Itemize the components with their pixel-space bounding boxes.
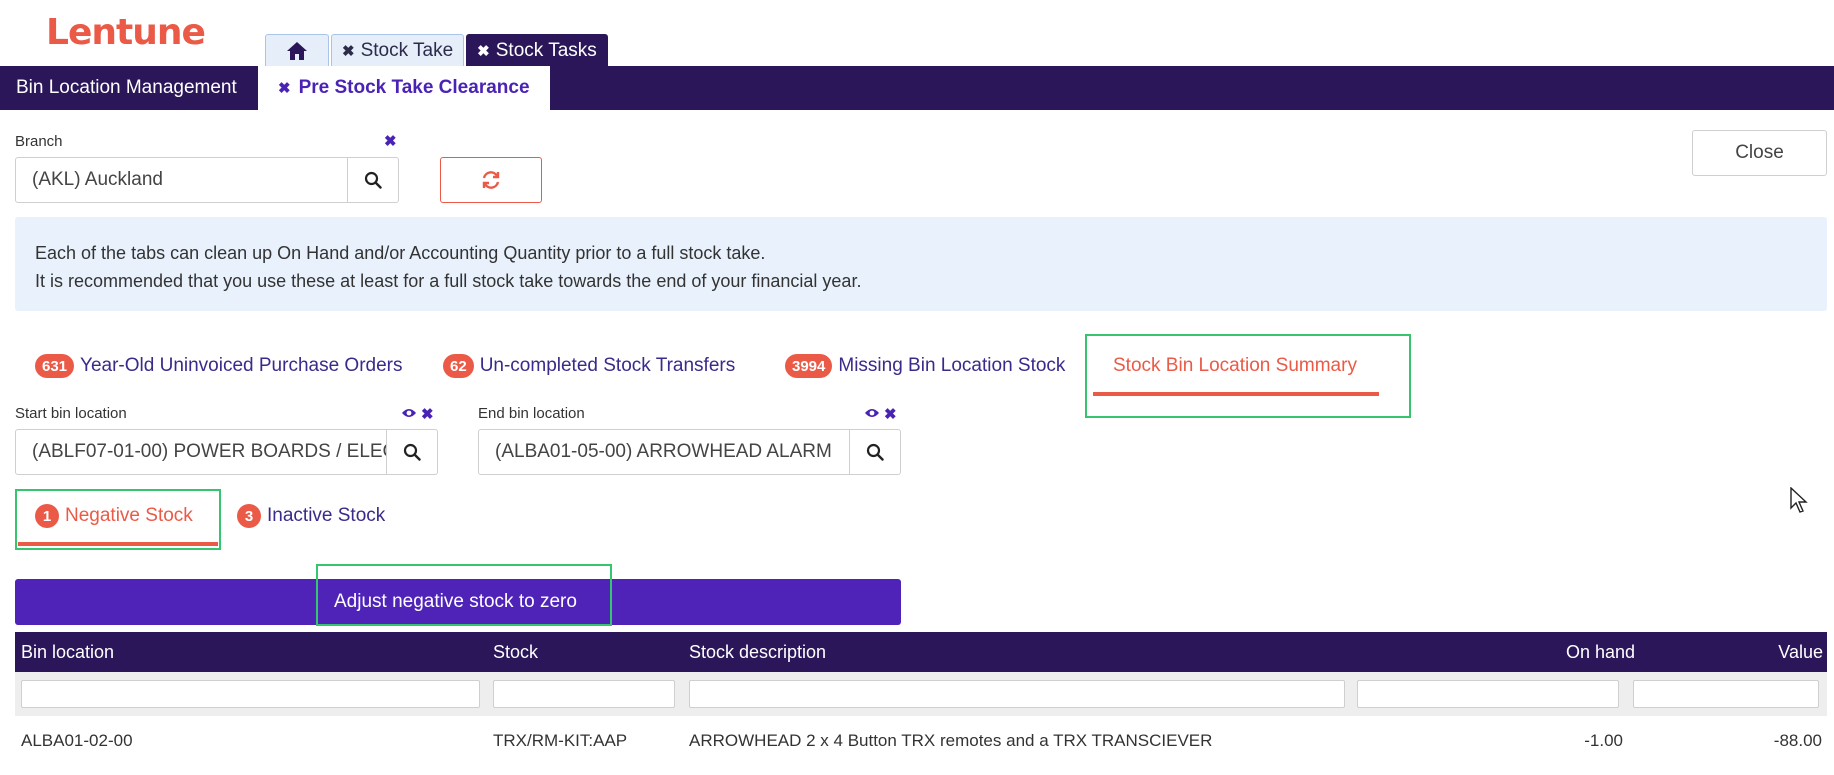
nav-pre-stock-take-clearance[interactable]: ✖ Pre Stock Take Clearance (258, 66, 550, 110)
tab-label: Year-Old Uninvoiced Purchase Orders (80, 355, 403, 376)
end-bin-label: End bin location (478, 405, 585, 422)
nav-bin-location-management[interactable]: Bin Location Management (16, 66, 237, 110)
app-logo: Lentune (46, 12, 206, 53)
col-bin-location[interactable]: Bin location (21, 632, 114, 672)
search-icon (403, 443, 421, 461)
cell-stock: TRX/RM-KIT:AAP (493, 731, 628, 750)
tab-inactive-stock[interactable]: 3 Inactive Stock (237, 502, 385, 530)
filter-value-input[interactable] (1633, 680, 1819, 708)
tab-home[interactable] (265, 34, 329, 67)
eye-icon[interactable] (401, 407, 417, 419)
eye-icon[interactable] (864, 407, 880, 419)
tab-label: Un-completed Stock Transfers (479, 355, 736, 376)
home-icon (287, 42, 307, 60)
branch-field[interactable]: (AKL) Auckland (15, 157, 399, 203)
tab-uncompleted-stock-transfers[interactable]: 62 Un-completed Stock Transfers (443, 352, 735, 380)
close-icon[interactable]: ✖ (342, 42, 355, 60)
branch-label: Branch (15, 133, 63, 150)
cell-on-hand: -1.00 (1584, 731, 1623, 750)
filter-row (15, 672, 1827, 716)
count-badge: 631 (35, 354, 75, 378)
search-icon (866, 443, 884, 461)
branch-value[interactable]: (AKL) Auckland (16, 158, 347, 202)
tab-label: Missing Bin Location Stock (838, 355, 1066, 376)
filter-on-hand-input[interactable] (1357, 680, 1619, 708)
start-bin-label: Start bin location (15, 405, 127, 422)
count-badge: 3 (237, 504, 261, 528)
nav-label: Pre Stock Take Clearance (298, 77, 530, 98)
info-panel: Each of the tabs can clean up On Hand an… (15, 217, 1827, 311)
col-stock-description[interactable]: Stock description (689, 632, 826, 672)
tab-stock-take[interactable]: ✖ Stock Take (331, 34, 465, 67)
tab-year-old-uninvoiced-po[interactable]: 631 Year-Old Uninvoiced Purchase Orders (35, 352, 402, 380)
close-button[interactable]: Close (1692, 130, 1827, 176)
refresh-button[interactable] (440, 157, 542, 203)
end-bin-field[interactable]: (ALBA01-05-00) ARROWHEAD ALARM (478, 429, 901, 475)
tab-label: Stock Tasks (495, 40, 597, 61)
tab-label: Inactive Stock (267, 505, 386, 526)
table-header: Bin location Stock Stock description On … (15, 632, 1827, 672)
tab-label: Stock Take (360, 40, 454, 61)
refresh-icon (482, 171, 500, 189)
tab-missing-bin-location-stock[interactable]: 3994 Missing Bin Location Stock (785, 352, 1065, 380)
filter-stock-input[interactable] (493, 680, 675, 708)
mouse-cursor-icon (1790, 487, 1808, 513)
close-icon[interactable]: ✖ (278, 79, 291, 97)
highlight-box (316, 564, 612, 626)
tab-stock-tasks[interactable]: ✖ Stock Tasks (466, 34, 608, 67)
count-badge: 62 (443, 354, 474, 378)
col-on-hand[interactable]: On hand (1385, 632, 1635, 672)
filter-stock-description-input[interactable] (689, 680, 1345, 708)
info-line-1: Each of the tabs can clean up On Hand an… (35, 243, 766, 263)
end-bin-search-button[interactable] (849, 430, 900, 474)
col-stock[interactable]: Stock (493, 632, 538, 672)
cell-value: -88.00 (1773, 731, 1822, 750)
filter-bin-location-input[interactable] (21, 680, 480, 708)
start-bin-value[interactable]: (ABLF07-01-00) POWER BOARDS / ELEC (16, 430, 386, 474)
info-line-2: It is recommended that you use these at … (35, 271, 862, 291)
search-icon (364, 171, 382, 189)
close-icon[interactable]: ✖ (477, 42, 490, 60)
start-bin-search-button[interactable] (386, 430, 437, 474)
clear-branch-icon[interactable]: ✖ (384, 132, 397, 150)
cell-stock-description: ARROWHEAD 2 x 4 Button TRX remotes and a… (689, 731, 1213, 750)
clear-start-bin-icon[interactable]: ✖ (421, 405, 434, 423)
module-nav: Bin Location Management ✖ Pre Stock Take… (0, 66, 1834, 110)
cell-bin-location: ALBA01-02-00 (21, 731, 133, 750)
count-badge: 3994 (785, 354, 833, 378)
end-bin-value[interactable]: (ALBA01-05-00) ARROWHEAD ALARM (479, 430, 849, 474)
highlight-box (15, 489, 221, 550)
col-value[interactable]: Value (1655, 632, 1823, 672)
start-bin-field[interactable]: (ABLF07-01-00) POWER BOARDS / ELEC (15, 429, 438, 475)
top-tab-bar: ✖ Stock Take ✖ Stock Tasks (265, 34, 608, 67)
clear-end-bin-icon[interactable]: ✖ (884, 405, 897, 423)
highlight-box (1085, 334, 1411, 418)
branch-search-button[interactable] (347, 158, 398, 202)
